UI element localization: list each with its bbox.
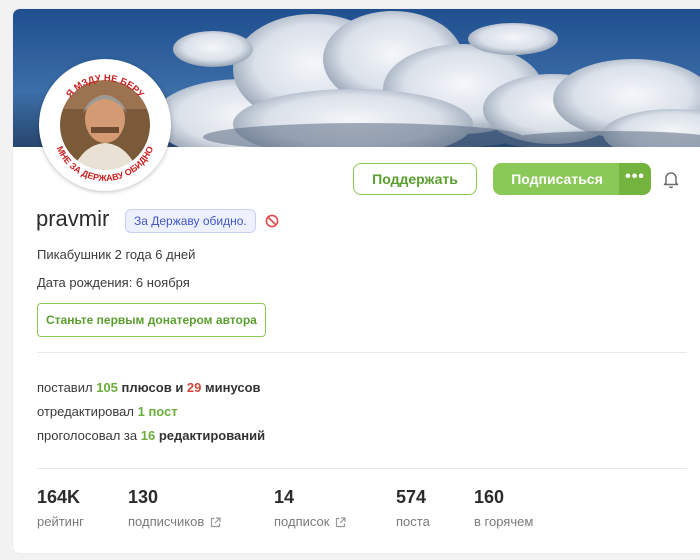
profile-card: Я МЗДУ НЕ БЕРУ МНЕ ЗА ДЕРЖАВУ ОБИДНО Под… — [12, 8, 700, 554]
more-dots-icon: ••• — [625, 168, 645, 185]
divider — [37, 352, 687, 353]
voted-edits-line: проголосовал за 16 редактирований — [37, 428, 265, 443]
metric-value: 14 — [274, 487, 295, 507]
votes-prefix: поставил — [37, 380, 97, 395]
votes-line: поставил 105 плюсов и 29 минусов — [37, 380, 261, 395]
birthday-text: Дата рождения: 6 ноября — [37, 275, 190, 290]
donate-button[interactable]: Станьте первым донатером автора — [37, 303, 266, 337]
plus-count: 105 — [96, 380, 118, 395]
metric-value: 164K — [37, 487, 81, 507]
divider — [37, 468, 687, 469]
metric-label: поста — [396, 514, 430, 529]
voted-suffix: редактирований — [155, 428, 266, 443]
edited-line: отредактировал 1 пост — [37, 404, 178, 419]
avatar[interactable]: Я МЗДУ НЕ БЕРУ МНЕ ЗА ДЕРЖАВУ ОБИДНО — [39, 59, 171, 191]
metric-subscribers[interactable]: 130 подписчиков — [128, 487, 221, 529]
metric-label: подписчиков — [128, 514, 205, 529]
edited-count: 1 — [137, 404, 145, 419]
metric-subscriptions[interactable]: 14 подписок — [274, 487, 347, 529]
minus-word: минусов — [201, 380, 261, 395]
more-options-button[interactable]: ••• — [619, 163, 651, 195]
metric-value: 574 — [396, 487, 427, 507]
metric-value: 130 — [128, 487, 159, 507]
metric-hot[interactable]: 160 в горячем — [474, 487, 533, 529]
bell-icon[interactable] — [661, 169, 681, 189]
metric-rating[interactable]: 164K рейтинг — [37, 487, 84, 529]
voted-prefix: проголосовал за — [37, 428, 141, 443]
minus-count: 29 — [186, 380, 202, 395]
metric-value: 160 — [474, 487, 505, 507]
voted-count: 16 — [140, 428, 156, 443]
subscribe-button[interactable]: Подписаться — [493, 163, 621, 195]
external-link-icon[interactable] — [210, 516, 221, 528]
metric-label: в горячем — [474, 514, 534, 529]
edited-suffix: пост — [144, 404, 178, 419]
edited-prefix: отредактировал — [37, 404, 138, 419]
plus-word: плюсов и — [117, 380, 187, 395]
tenure-text: Пикабушник 2 года 6 дней — [37, 247, 196, 262]
support-button[interactable]: Поддержать — [353, 163, 477, 195]
metric-posts[interactable]: 574 поста — [396, 487, 430, 529]
status-badge[interactable]: За Державу обидно. — [125, 209, 256, 233]
metric-label: рейтинг — [37, 514, 84, 529]
username: pravmir — [36, 206, 110, 231]
metric-label: подписок — [274, 514, 330, 529]
ban-icon[interactable] — [265, 214, 279, 228]
external-link-icon[interactable] — [335, 516, 347, 528]
